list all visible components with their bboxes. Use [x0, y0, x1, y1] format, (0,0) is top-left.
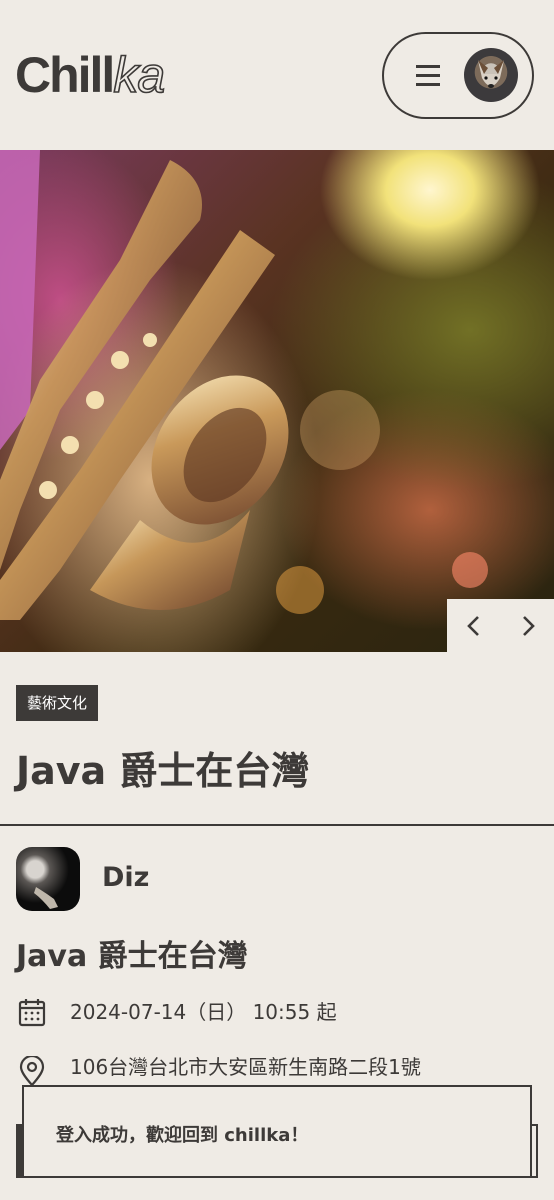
prev-slide-button[interactable]: [447, 599, 500, 652]
logo-outline-text: ka: [113, 47, 166, 103]
logo-solid-text: Chill: [15, 47, 115, 103]
event-subtitle: Java 爵士在台灣: [16, 939, 248, 974]
saxophone-illustration: [0, 150, 488, 620]
category-tag[interactable]: 藝術文化: [16, 685, 99, 721]
event-title: Java 爵士在台灣: [16, 749, 310, 793]
section-divider: [0, 824, 554, 826]
next-slide-button[interactable]: [501, 599, 554, 652]
organizer-avatar[interactable]: [16, 847, 80, 911]
event-hero-image: [0, 150, 554, 652]
map-pin-icon: [19, 1056, 45, 1087]
chillka-logo[interactable]: Chillka: [15, 47, 166, 103]
hamburger-icon: [416, 65, 440, 87]
organizer-name[interactable]: Diz: [102, 862, 149, 893]
hero-slider-nav: [447, 599, 554, 652]
site-header: Chillka: [0, 0, 554, 150]
toast-message: 登入成功，歡迎回到 chillka！: [56, 1125, 309, 1146]
user-avatar: [464, 48, 518, 102]
event-datetime: 2024-07-14（日） 10:55 起: [70, 1000, 337, 1024]
chevron-left-icon: [466, 615, 479, 636]
user-menu-button[interactable]: [382, 32, 534, 119]
login-success-toast[interactable]: 登入成功，歡迎回到 chillka！: [22, 1085, 532, 1178]
calendar-icon: [18, 999, 46, 1027]
chevron-right-icon: [522, 615, 535, 636]
address-line-1: 106台灣台北市大安區新生南路二段1號: [70, 1055, 421, 1079]
